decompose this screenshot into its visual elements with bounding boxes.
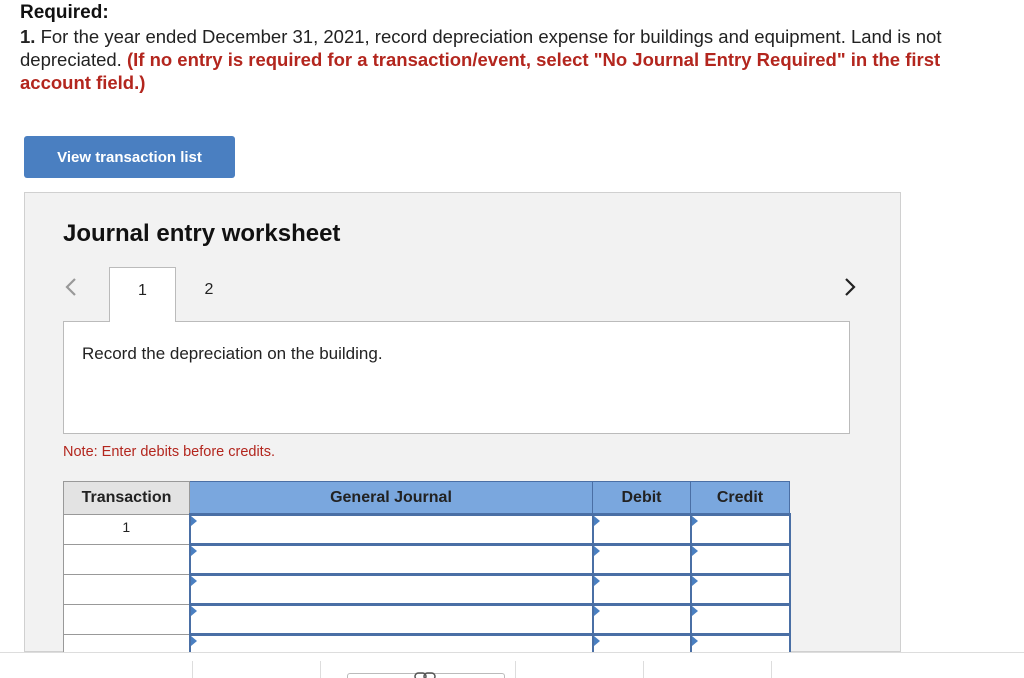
transaction-cell	[63, 604, 190, 635]
worksheet-title: Journal entry worksheet	[63, 220, 341, 247]
account-select[interactable]	[188, 513, 594, 546]
tab-1[interactable]: 1	[109, 267, 176, 322]
entry-description: Record the depreciation on the building.	[82, 344, 383, 363]
required-heading: Required:	[20, 2, 109, 23]
debit-input[interactable]	[591, 513, 692, 546]
dropdown-arrow-icon	[593, 546, 600, 556]
toolbar-divider	[643, 661, 644, 678]
instruction-hint: (If no entry is required for a transacti…	[20, 49, 941, 93]
tab-1-label: 1	[138, 282, 147, 299]
chevron-left-icon[interactable]	[61, 273, 85, 301]
entry-description-box: Record the depreciation on the building.	[63, 321, 850, 434]
entry-note: Note: Enter debits before credits.	[63, 444, 275, 460]
dropdown-arrow-icon	[593, 606, 600, 616]
transaction-cell	[63, 574, 190, 605]
column-header-credit: Credit	[690, 481, 790, 515]
debit-input[interactable]	[591, 543, 692, 576]
column-header-general-journal: General Journal	[189, 481, 593, 515]
account-select[interactable]	[188, 573, 594, 606]
toolbar-divider	[771, 661, 772, 678]
dropdown-arrow-icon	[190, 636, 197, 646]
transaction-cell	[63, 544, 190, 575]
table-row	[63, 573, 791, 606]
dropdown-arrow-icon	[190, 606, 197, 616]
transaction-cell: 1	[63, 514, 190, 545]
debit-input[interactable]	[591, 573, 692, 606]
table-row: 1	[63, 513, 791, 546]
journal-entry-worksheet: Journal entry worksheet 1 2 Record the d…	[24, 192, 901, 666]
dropdown-arrow-icon	[593, 636, 600, 646]
link-icon[interactable]	[414, 669, 436, 678]
dropdown-arrow-icon	[593, 576, 600, 586]
dropdown-arrow-icon	[691, 576, 698, 586]
debit-input[interactable]	[591, 603, 692, 636]
instructions: 1. For the year ended December 31, 2021,…	[20, 25, 1010, 94]
account-select[interactable]	[188, 603, 594, 636]
table-row	[63, 543, 791, 576]
view-transaction-list-button[interactable]: View transaction list	[24, 136, 235, 178]
dropdown-arrow-icon	[691, 606, 698, 616]
toolbar-divider	[320, 661, 321, 678]
bottom-toolbar	[0, 652, 1024, 678]
dropdown-arrow-icon	[691, 546, 698, 556]
dropdown-arrow-icon	[593, 516, 600, 526]
dropdown-arrow-icon	[190, 576, 197, 586]
credit-input[interactable]	[689, 513, 791, 546]
dropdown-arrow-icon	[190, 516, 197, 526]
dropdown-arrow-icon	[691, 516, 698, 526]
column-header-transaction: Transaction	[63, 481, 190, 515]
credit-input[interactable]	[689, 543, 791, 576]
toolbar-divider	[515, 661, 516, 678]
credit-input[interactable]	[689, 573, 791, 606]
toolbar-divider	[192, 661, 193, 678]
tab-2[interactable]: 2	[176, 267, 242, 322]
dropdown-arrow-icon	[691, 636, 698, 646]
journal-table: Transaction General Journal Debit Credit…	[63, 481, 791, 666]
chevron-right-icon[interactable]	[840, 273, 864, 301]
credit-input[interactable]	[689, 603, 791, 636]
instruction-number: 1.	[20, 26, 36, 47]
tab-2-label: 2	[204, 281, 214, 298]
account-select[interactable]	[188, 543, 594, 576]
column-header-debit: Debit	[592, 481, 691, 515]
table-row	[63, 603, 791, 636]
dropdown-arrow-icon	[190, 546, 197, 556]
